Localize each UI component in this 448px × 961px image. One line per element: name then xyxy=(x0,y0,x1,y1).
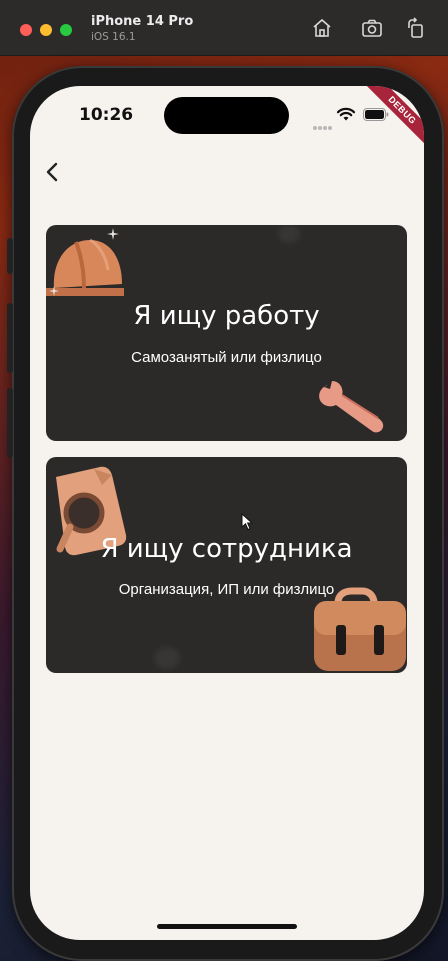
volume-up-button xyxy=(7,303,13,373)
card-subtitle: Самозанятый или физлицо xyxy=(131,349,322,366)
rotate-button[interactable] xyxy=(404,16,428,40)
zoom-window-button[interactable] xyxy=(60,24,72,36)
minimize-window-button[interactable] xyxy=(40,24,52,36)
app-screen: 10:26 DEBUG Я ищу работу Самозанятый или… xyxy=(30,86,424,940)
card-title: Я ищу работу xyxy=(133,301,320,331)
card-title: Я ищу сотрудника xyxy=(100,534,353,564)
screenshot-icon xyxy=(362,19,382,37)
device-name: iPhone 14 Pro xyxy=(91,14,194,29)
mouse-cursor-icon xyxy=(241,513,253,531)
home-button[interactable] xyxy=(310,16,334,40)
status-time: 10:26 xyxy=(79,105,134,125)
briefcase-icon xyxy=(314,587,406,671)
card-subtitle: Организация, ИП или физлицо xyxy=(118,581,335,598)
battery-icon xyxy=(363,108,389,121)
home-indicator[interactable] xyxy=(157,924,297,929)
job-seeker-card[interactable]: Я ищу работу Самозанятый или физлицо xyxy=(46,225,407,441)
signal-dots-icon xyxy=(313,117,333,130)
chevron-left-icon[interactable] xyxy=(42,160,64,184)
employer-card[interactable]: Я ищу сотрудника Организация, ИП или физ… xyxy=(46,457,407,673)
home-icon xyxy=(313,18,331,37)
sparkle-icon xyxy=(49,286,59,296)
wifi-icon xyxy=(336,107,356,121)
volume-down-button xyxy=(7,388,13,458)
dynamic-island xyxy=(164,97,289,134)
simulator-title-bar: iPhone 14 Pro iOS 16.1 xyxy=(0,0,448,56)
side-button xyxy=(7,238,13,274)
close-window-button[interactable] xyxy=(20,24,32,36)
screenshot-button[interactable] xyxy=(360,16,384,40)
rotate-icon xyxy=(408,17,423,38)
wrench-icon xyxy=(319,381,384,433)
sparkle-icon xyxy=(107,228,119,240)
os-version: iOS 16.1 xyxy=(91,31,136,43)
